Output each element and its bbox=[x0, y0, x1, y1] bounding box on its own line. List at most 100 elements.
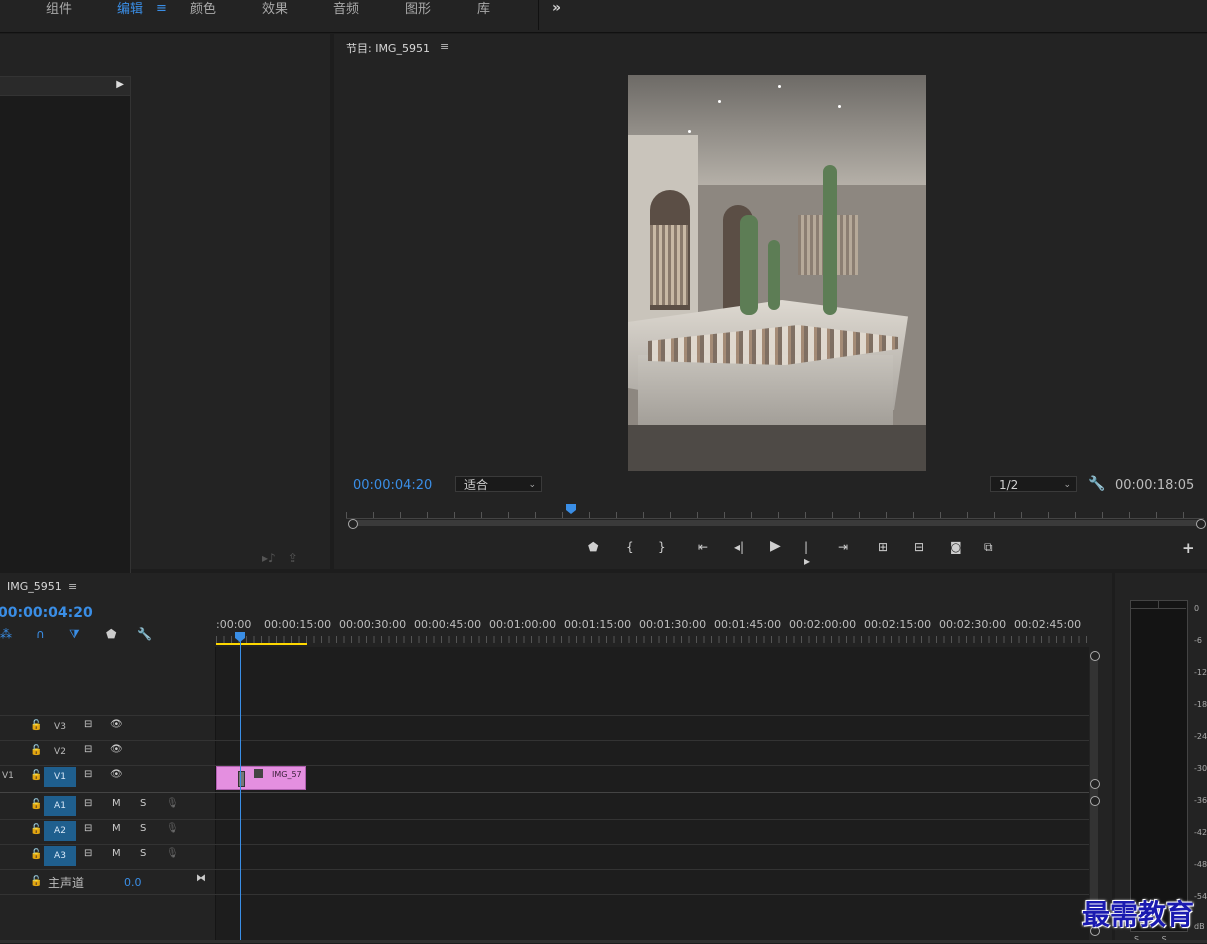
mute-button[interactable]: M bbox=[112, 848, 121, 859]
tab-libraries[interactable]: 库 bbox=[477, 0, 490, 20]
track-target-v1[interactable]: V1 bbox=[44, 767, 76, 787]
export-icon[interactable]: ⇪ bbox=[288, 551, 298, 565]
microphone-icon[interactable]: 🎙 bbox=[166, 798, 179, 809]
tab-graphics[interactable]: 图形 bbox=[405, 0, 431, 20]
track-target-a3[interactable]: A3 bbox=[44, 846, 76, 866]
compare-icon[interactable]: ⧉ bbox=[984, 540, 993, 555]
lock-icon[interactable]: 🔓 bbox=[30, 824, 42, 835]
db-label: -36 bbox=[1194, 796, 1207, 805]
track-header-a2: 🔓 A2 ⊟ M S 🎙 bbox=[0, 819, 215, 843]
timeline-ruler[interactable]: :00:00 00:00:15:00 00:00:30:00 00:00:45:… bbox=[216, 615, 1090, 645]
playhead-timecode[interactable]: 00:00:04:20 bbox=[353, 478, 432, 493]
solo-button[interactable]: S bbox=[140, 848, 146, 859]
track-target-v3[interactable]: V3 bbox=[44, 717, 76, 737]
video-clip[interactable]: IMG_57 bbox=[216, 766, 306, 790]
track-target-v2[interactable]: V2 bbox=[44, 742, 76, 762]
track-header-a1: 🔓 A1 ⊟ M S 🎙 bbox=[0, 794, 215, 818]
mark-in-icon[interactable]: { bbox=[626, 540, 634, 554]
tab-assembly[interactable]: 组件 bbox=[46, 0, 72, 20]
chevron-down-icon: ⌄ bbox=[528, 480, 536, 490]
sync-lock-icon[interactable]: ⊟ bbox=[84, 798, 92, 809]
lock-icon[interactable]: 🔓 bbox=[30, 849, 42, 860]
sequence-title[interactable]: IMG_5951 bbox=[7, 580, 62, 593]
monitor-time-ruler[interactable] bbox=[346, 508, 1204, 519]
solo-button[interactable]: S bbox=[140, 798, 146, 809]
linked-selection-icon[interactable]: ⧩ bbox=[69, 627, 80, 642]
more-workspaces-icon[interactable]: » bbox=[552, 0, 561, 16]
lift-icon[interactable]: ⊞ bbox=[878, 540, 888, 554]
step-forward-icon[interactable]: |▸ bbox=[804, 540, 810, 568]
db-label: -24 bbox=[1194, 732, 1207, 741]
scroll-handle-right[interactable] bbox=[1196, 519, 1206, 529]
timeline-settings-wrench-icon[interactable]: 🔧 bbox=[137, 627, 152, 641]
add-button-icon[interactable]: + bbox=[1182, 539, 1195, 557]
scroll-handle-top[interactable] bbox=[1090, 651, 1100, 661]
lock-icon[interactable]: 🔓 bbox=[30, 720, 42, 731]
solo-button[interactable]: S bbox=[140, 823, 146, 834]
step-back-icon[interactable]: ◂| bbox=[734, 540, 744, 554]
monitor-zoom-scrollbar[interactable] bbox=[348, 520, 1202, 526]
tracks-area[interactable] bbox=[216, 647, 1089, 943]
program-menu-icon[interactable]: ≡ bbox=[440, 40, 449, 53]
extract-icon[interactable]: ⊟ bbox=[914, 540, 924, 554]
sync-lock-icon[interactable]: ⊟ bbox=[84, 848, 92, 859]
go-to-out-icon[interactable]: ⇥ bbox=[838, 540, 848, 554]
tab-audio[interactable]: 音频 bbox=[333, 0, 359, 20]
sync-lock-icon[interactable]: ⊟ bbox=[84, 823, 92, 834]
master-track-icon[interactable]: ⧓ bbox=[196, 873, 206, 884]
work-area-bar[interactable] bbox=[216, 643, 307, 645]
fx-badge-icon bbox=[254, 769, 263, 778]
add-marker-icon[interactable]: ⬟ bbox=[106, 627, 116, 641]
program-monitor-title[interactable]: 节目: IMG_5951 bbox=[346, 40, 430, 56]
sync-lock-icon[interactable]: ⊟ bbox=[84, 744, 92, 755]
eye-icon[interactable]: 👁 bbox=[110, 719, 123, 730]
timeline-timecode[interactable]: 00:00:04:20 bbox=[0, 605, 93, 621]
tab-effects[interactable]: 效果 bbox=[262, 0, 288, 20]
workspace-bar: 组件 编辑 ≡ 颜色 效果 音频 图形 库 » bbox=[0, 0, 1207, 33]
track-divider bbox=[0, 740, 1089, 741]
meter-divider bbox=[1158, 600, 1159, 608]
master-volume-value[interactable]: 0.0 bbox=[124, 876, 142, 889]
add-marker-icon[interactable]: ⬟ bbox=[588, 540, 598, 554]
camera-icon[interactable]: ◙ bbox=[950, 540, 962, 554]
db-label: -54 bbox=[1194, 892, 1207, 901]
lock-icon[interactable]: 🔓 bbox=[30, 745, 42, 756]
sequence-menu-icon[interactable]: ≡ bbox=[68, 580, 77, 593]
resolution-select[interactable]: 1/2 ⌄ bbox=[990, 476, 1077, 492]
settings-wrench-icon[interactable]: 🔧 bbox=[1088, 476, 1105, 492]
track-header-a3: 🔓 A3 ⊟ M S 🎙 bbox=[0, 844, 215, 868]
eye-icon[interactable]: 👁 bbox=[110, 744, 123, 755]
track-target-a2[interactable]: A2 bbox=[44, 821, 76, 841]
zoom-select[interactable]: 适合 ⌄ bbox=[455, 476, 542, 492]
mark-out-icon[interactable]: } bbox=[658, 540, 666, 554]
workspace-menu-icon[interactable]: ≡ bbox=[156, 1, 167, 16]
track-divider bbox=[0, 869, 1089, 870]
lock-icon[interactable]: 🔓 bbox=[30, 876, 42, 887]
tab-color[interactable]: 颜色 bbox=[190, 0, 216, 20]
tab-editing[interactable]: 编辑 bbox=[117, 0, 143, 20]
play-icon[interactable]: ▶ bbox=[770, 538, 781, 554]
snap-magnet-icon[interactable]: ∩ bbox=[36, 627, 45, 641]
sync-lock-icon[interactable]: ⊟ bbox=[84, 719, 92, 730]
scroll-handle-left[interactable] bbox=[348, 519, 358, 529]
lock-icon[interactable]: 🔓 bbox=[30, 770, 42, 781]
db-unit-label: dB bbox=[1194, 922, 1205, 931]
go-to-in-icon[interactable]: ⇤ bbox=[698, 540, 708, 554]
source-patch-v1[interactable]: V1 bbox=[2, 771, 14, 781]
track-target-a1[interactable]: A1 bbox=[44, 796, 76, 816]
scroll-handle-top[interactable] bbox=[1090, 796, 1100, 806]
microphone-icon[interactable]: 🎙 bbox=[166, 848, 179, 859]
mute-button[interactable]: M bbox=[112, 798, 121, 809]
video-floor bbox=[628, 425, 926, 471]
eye-icon[interactable]: 👁 bbox=[110, 769, 123, 780]
nest-icon[interactable]: ⁂ bbox=[0, 627, 12, 641]
ruler-label: 00:02:00:00 bbox=[789, 618, 857, 631]
mute-button[interactable]: M bbox=[112, 823, 121, 834]
audio-icon[interactable]: ▸♪ bbox=[262, 551, 276, 565]
scroll-handle-bottom[interactable] bbox=[1090, 779, 1100, 789]
lock-icon[interactable]: 🔓 bbox=[30, 799, 42, 810]
expand-arrow-icon[interactable]: ▶ bbox=[116, 79, 124, 90]
video-light bbox=[718, 100, 721, 103]
sync-lock-icon[interactable]: ⊟ bbox=[84, 769, 92, 780]
microphone-icon[interactable]: 🎙 bbox=[166, 823, 179, 834]
